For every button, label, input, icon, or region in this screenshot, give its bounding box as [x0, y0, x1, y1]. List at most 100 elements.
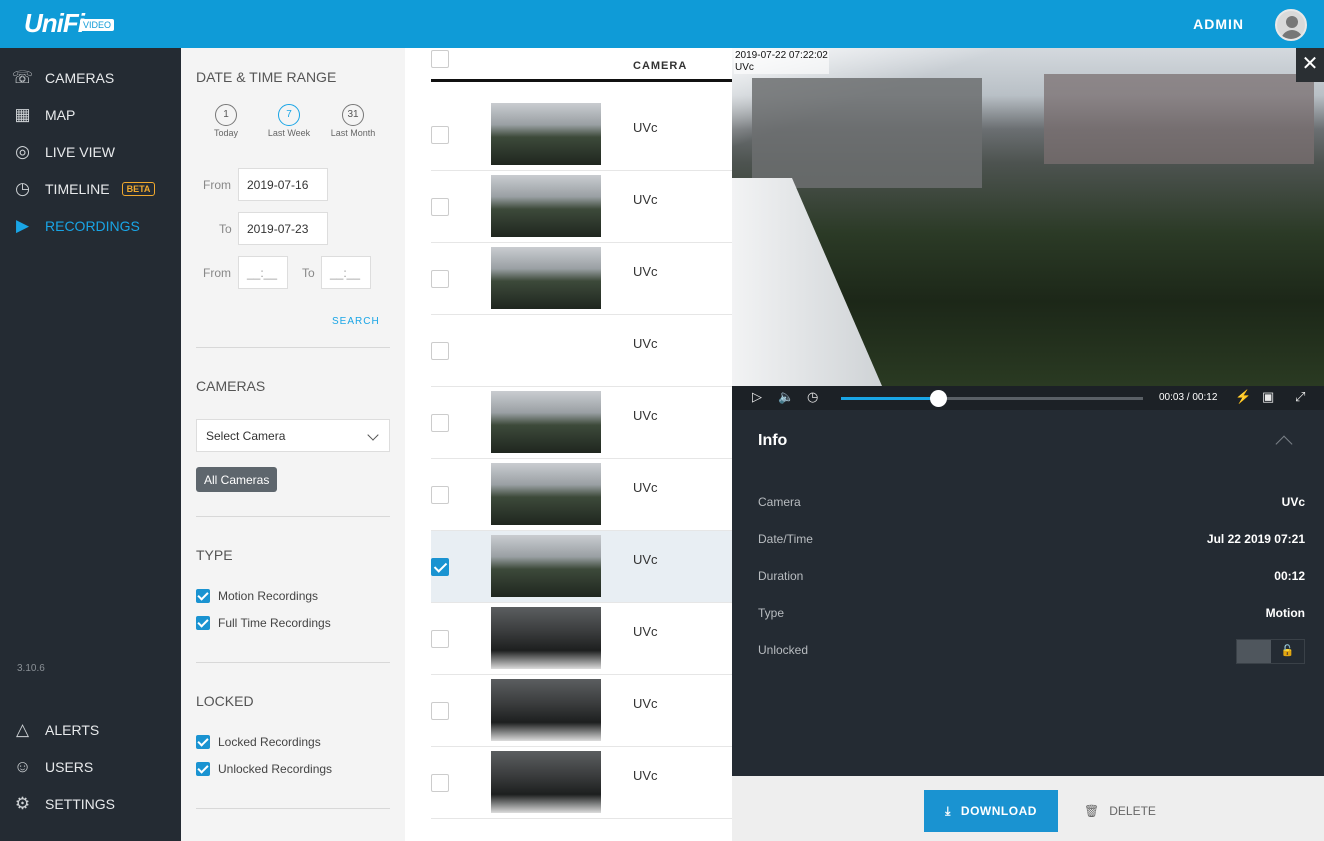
checkbox-checked[interactable]	[196, 762, 210, 776]
sidebar: ☏ CAMERAS ▦ MAP ◎ LIVE VIEW ◷ TIMELINE B…	[0, 48, 181, 841]
quick-range-last-month[interactable]: 31 Last Month	[323, 104, 383, 138]
recording-thumbnail[interactable]	[491, 607, 601, 669]
seek-handle[interactable]	[929, 390, 947, 407]
table-row[interactable]: UVc	[431, 315, 732, 387]
video-frame-ledge	[732, 178, 882, 386]
recording-thumbnail[interactable]	[491, 679, 601, 741]
to-date-label: To	[219, 222, 232, 236]
row-checkbox[interactable]	[431, 126, 449, 144]
recording-thumbnail[interactable]	[491, 103, 601, 165]
table-row[interactable]: UVc	[431, 171, 732, 243]
recording-thumbnail[interactable]	[491, 391, 601, 453]
sidebar-item-label: SETTINGS	[45, 796, 116, 812]
checkbox-checked[interactable]	[196, 616, 210, 630]
recording-thumbnail[interactable]	[491, 247, 601, 309]
table-row[interactable]: UVc	[431, 747, 732, 819]
motion-recordings-checkbox[interactable]: Motion Recordings	[196, 589, 318, 603]
fullscreen-icon[interactable]: ⤢	[1295, 389, 1305, 405]
from-date-label: From	[203, 178, 231, 192]
row-checkbox[interactable]	[431, 774, 449, 792]
row-checkbox[interactable]	[431, 270, 449, 288]
row-checkbox[interactable]	[431, 414, 449, 432]
osd-camera: UVc	[735, 62, 754, 73]
row-checkbox[interactable]	[431, 342, 449, 360]
trash-icon: 🗑	[1084, 804, 1100, 818]
cameras-title: CAMERAS	[196, 378, 266, 394]
recording-thumbnail[interactable]	[491, 535, 601, 597]
quick-range-label: Last Week	[267, 128, 311, 138]
recording-thumbnail[interactable]	[491, 319, 601, 381]
divider	[196, 347, 390, 348]
table-row[interactable]: UVc	[431, 243, 732, 315]
info-title: Info	[758, 432, 788, 449]
clock-icon[interactable]: ◷	[807, 389, 818, 405]
column-header-camera[interactable]: CAMERA	[633, 60, 687, 72]
table-row[interactable]: UVc	[431, 675, 732, 747]
recording-thumbnail[interactable]	[491, 463, 601, 525]
checkbox-label: Full Time Recordings	[218, 616, 331, 630]
sidebar-item-settings[interactable]: ⚙ SETTINGS	[0, 789, 181, 819]
row-checkbox[interactable]	[431, 486, 449, 504]
download-button[interactable]: ⤓ DOWNLOAD	[924, 790, 1058, 832]
search-link[interactable]: SEARCH	[332, 316, 380, 327]
snapshot-icon[interactable]: ▣	[1262, 389, 1274, 405]
date-range-title: DATE & TIME RANGE	[196, 69, 337, 85]
from-time-input[interactable]: __:__	[238, 256, 288, 289]
lock-toggle[interactable]: 🔓	[1236, 639, 1305, 664]
info-label-datetime: Date/Time	[758, 532, 813, 546]
row-camera-name: UVc	[633, 192, 658, 207]
delete-button[interactable]: 🗑 DELETE	[1084, 804, 1156, 818]
checkbox-checked[interactable]	[196, 735, 210, 749]
play-icon[interactable]: ▷	[752, 389, 762, 405]
sidebar-item-timeline[interactable]: ◷ TIMELINE BETA	[0, 174, 181, 204]
recording-thumbnail[interactable]	[491, 175, 601, 237]
chevron-up-icon[interactable]	[1275, 435, 1293, 453]
row-checkbox[interactable]	[431, 558, 449, 576]
close-icon[interactable]: ✕	[1296, 48, 1324, 82]
sidebar-item-map[interactable]: ▦ MAP	[0, 100, 181, 130]
table-row[interactable]: UVc	[431, 603, 732, 675]
to-time-input[interactable]: __:__	[321, 256, 371, 289]
camera-icon: ☏	[11, 68, 34, 87]
locked-recordings-checkbox[interactable]: Locked Recordings	[196, 735, 321, 749]
volume-icon[interactable]: 🔈	[778, 389, 794, 405]
camera-select[interactable]: Select Camera	[196, 419, 390, 452]
info-value-camera: UVc	[1281, 495, 1305, 509]
table-row[interactable]: UVc	[431, 99, 732, 171]
row-checkbox[interactable]	[431, 702, 449, 720]
all-cameras-tag[interactable]: All Cameras	[196, 467, 278, 492]
table-row[interactable]: UVc	[431, 387, 732, 459]
video-player[interactable]: 2019-07-22 07:22:02 UVc ✕	[732, 48, 1324, 386]
type-title: TYPE	[196, 547, 233, 563]
sidebar-item-users[interactable]: ☺ USERS	[0, 752, 181, 782]
user-name[interactable]: ADMIN	[1193, 16, 1244, 32]
sidebar-item-alerts[interactable]: △ ALERTS	[0, 715, 181, 745]
checkbox-label: Unlocked Recordings	[218, 762, 333, 776]
unifi-logo[interactable]: UniFi	[24, 8, 85, 39]
row-checkbox[interactable]	[431, 630, 449, 648]
video-timestamp-overlay: 2019-07-22 07:22:02 UVc	[734, 50, 829, 74]
seek-bar[interactable]	[841, 390, 1143, 407]
quick-range-last-week[interactable]: 7 Last Week	[259, 104, 319, 138]
quick-range-today[interactable]: 1 Today	[196, 104, 256, 138]
table-row[interactable]: UVc	[431, 459, 732, 531]
lightning-icon[interactable]: ⚡	[1235, 389, 1251, 405]
row-checkbox[interactable]	[431, 198, 449, 216]
unlocked-recordings-checkbox[interactable]: Unlocked Recordings	[196, 762, 332, 776]
to-date-input[interactable]: 2019-07-23	[238, 212, 328, 245]
checkbox-checked[interactable]	[196, 589, 210, 603]
select-all-checkbox[interactable]	[431, 50, 449, 68]
avatar[interactable]	[1275, 9, 1307, 41]
recording-thumbnail[interactable]	[491, 751, 601, 813]
full-time-recordings-checkbox[interactable]: Full Time Recordings	[196, 616, 331, 630]
info-label-type: Type	[758, 606, 785, 620]
users-icon: ☺	[13, 757, 32, 776]
info-value-duration: 00:12	[1274, 569, 1305, 583]
from-date-input[interactable]: 2019-07-16	[238, 168, 328, 201]
sidebar-item-live-view[interactable]: ◎ LIVE VIEW	[0, 137, 181, 167]
sidebar-item-recordings[interactable]: ▶ RECORDINGS	[0, 211, 181, 241]
table-row[interactable]: UVc	[431, 531, 732, 603]
info-value-datetime: Jul 22 2019 07:21	[1206, 532, 1305, 546]
sidebar-item-cameras[interactable]: ☏ CAMERAS	[0, 63, 181, 93]
calendar-icon: 31	[342, 104, 364, 126]
